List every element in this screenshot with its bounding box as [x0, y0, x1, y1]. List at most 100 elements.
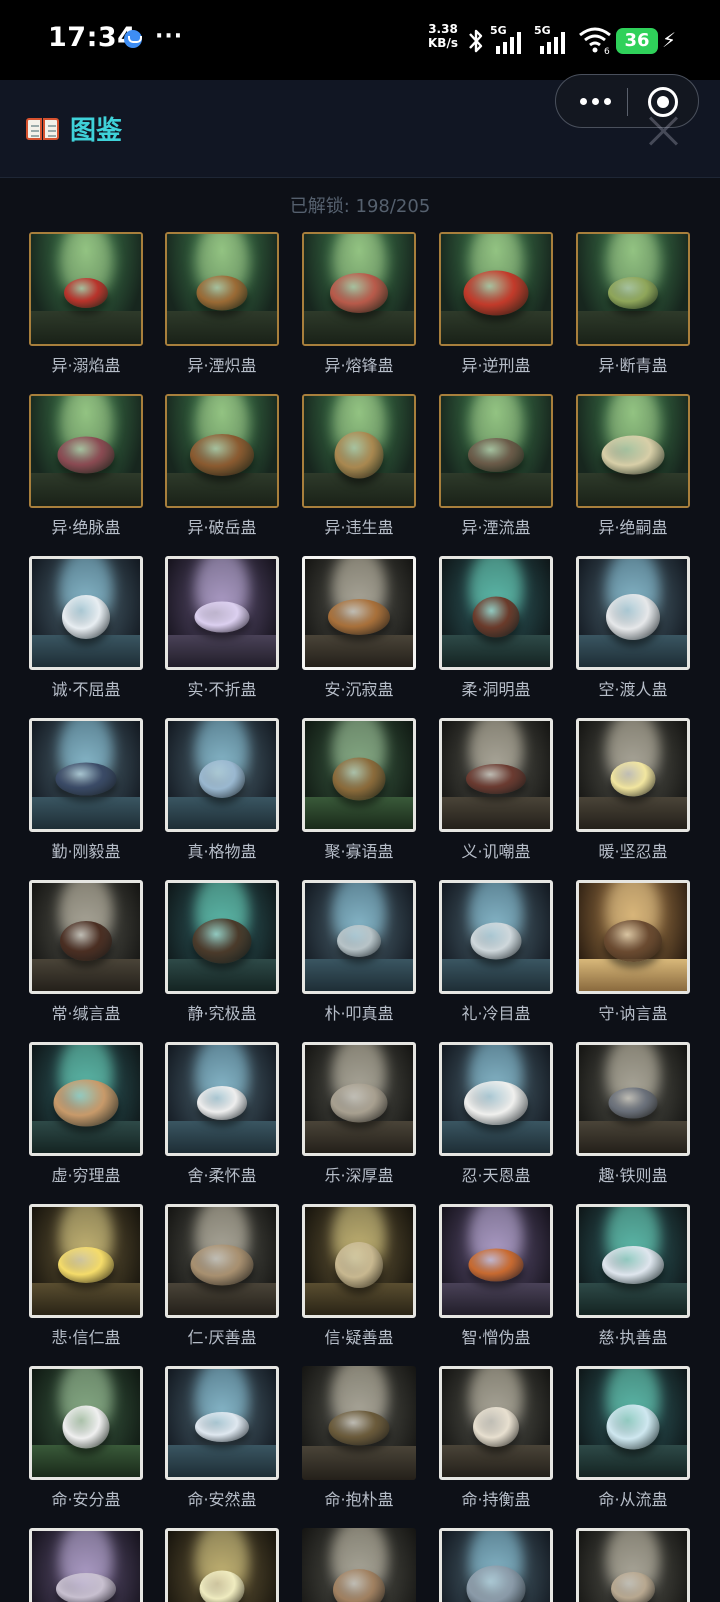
creature-figure [334, 431, 384, 479]
creature-thumbnail [576, 1204, 690, 1318]
creature-name: 勤·刚毅蛊 [51, 842, 121, 861]
creature-figure [199, 760, 245, 799]
creature-figure [608, 1087, 658, 1119]
creature-name: 悲·信仁蛊 [51, 1328, 121, 1347]
wifi-badge: 6 [604, 47, 610, 54]
creature-figure [62, 1405, 110, 1449]
creature-figure [192, 918, 252, 964]
creature-name: 异·破岳蛊 [187, 518, 257, 537]
creature-thumbnail [576, 556, 690, 670]
creature-name: 柔·洞明蛊 [461, 680, 531, 699]
page-title-text: 图鉴 [70, 116, 123, 146]
creature-name: 异·湮流蛊 [461, 518, 531, 537]
creature-figure [466, 764, 526, 795]
creature-figure [53, 1079, 119, 1127]
signal-icon: 5G [490, 24, 530, 54]
creature-figure [64, 278, 108, 309]
creature-thumbnail [439, 556, 553, 670]
creature-figure [190, 1244, 254, 1286]
creature-thumbnail [165, 1204, 279, 1318]
creature-figure [468, 1248, 524, 1282]
creature-thumbnail [29, 1528, 143, 1602]
creature-figure [62, 595, 110, 640]
creature-figure [468, 438, 524, 473]
creature-figure [332, 757, 386, 801]
creature-name: 命·抱朴蛊 [324, 1490, 394, 1509]
creature-figure [604, 920, 662, 963]
creature-figure [611, 1572, 655, 1602]
creature-figure [199, 1570, 245, 1602]
creature-thumbnail [165, 1366, 279, 1480]
creature-figure [464, 1081, 528, 1126]
page-title: 图鉴 [26, 110, 122, 147]
creature-thumbnail [302, 394, 416, 508]
creature-name: 朴·叩真蛊 [324, 1004, 394, 1023]
wifi-icon: 6 [579, 27, 611, 54]
close-icon[interactable] [646, 114, 680, 148]
signal-icon-2: 5G [534, 24, 574, 54]
creature-name: 礼·冷目蛊 [461, 1004, 531, 1023]
network-speed: 3.38 KB/s [428, 22, 458, 50]
creature-thumbnail [29, 1366, 143, 1480]
creature-thumbnail [165, 880, 279, 994]
creature-thumbnail [165, 718, 279, 832]
creature-thumbnail [439, 1204, 553, 1318]
creature-thumbnail [165, 232, 279, 346]
creature-name: 实·不折蛊 [187, 680, 257, 699]
creature-name: 异·逆刑蛊 [461, 356, 531, 375]
notification-icon [124, 30, 142, 48]
creature-figure [328, 599, 390, 636]
creature-thumbnail [576, 232, 690, 346]
creature-figure [55, 762, 117, 796]
creature-name: 异·熔锋蛊 [324, 356, 394, 375]
creature-name: 诚·不屈蛊 [51, 680, 121, 699]
creature-name: 安·沉寂蛊 [324, 680, 394, 699]
creature-name: 乐·深厚蛊 [324, 1166, 394, 1185]
creature-thumbnail [439, 1528, 553, 1602]
creature-figure [335, 1242, 383, 1289]
target-icon[interactable] [648, 87, 678, 117]
creature-figure [602, 1246, 664, 1285]
creature-name: 舍·柔怀蛊 [187, 1166, 257, 1185]
creature-name: 命·从流蛊 [598, 1490, 668, 1509]
creature-thumbnail [29, 1042, 143, 1156]
creature-name: 仁·厌善蛊 [187, 1328, 257, 1347]
creature-thumbnail [302, 1528, 416, 1602]
more-dots-icon[interactable] [578, 89, 614, 113]
creature-figure [610, 761, 656, 797]
creature-thumbnail [29, 556, 143, 670]
network-speed-unit: KB/s [428, 36, 458, 50]
creature-thumbnail [302, 880, 416, 994]
creature-name: 虚·穷理蛊 [51, 1166, 121, 1185]
sim2-label: 5G [534, 24, 551, 37]
creature-name: 空·渡人蛊 [598, 680, 668, 699]
creature-figure [337, 925, 381, 958]
creature-figure [196, 275, 248, 311]
creature-name: 异·湮炽蛊 [187, 356, 257, 375]
creature-thumbnail [439, 1366, 553, 1480]
creature-thumbnail [576, 718, 690, 832]
creature-thumbnail [576, 1528, 690, 1602]
creature-name: 常·缄言蛊 [51, 1004, 121, 1023]
creature-figure [330, 1083, 388, 1123]
creature-name: 智·憎伪蛊 [461, 1328, 531, 1347]
bluetooth-icon [469, 29, 483, 53]
creature-name: 义·讥嘲蛊 [461, 842, 531, 861]
creature-figure [328, 1410, 390, 1446]
creature-figure [194, 601, 250, 633]
status-bar: 17:34 ··· 3.38 KB/s 5G 5G 6 36 ⚡ [0, 0, 720, 80]
creature-figure [606, 1404, 660, 1450]
creature-thumbnail [439, 1042, 553, 1156]
creature-thumbnail [165, 1528, 279, 1602]
creature-thumbnail [302, 718, 416, 832]
creature-name: 聚·寡语蛊 [324, 842, 394, 861]
creature-figure [56, 1573, 116, 1602]
creature-thumbnail [29, 718, 143, 832]
creature-thumbnail [439, 394, 553, 508]
creature-thumbnail [29, 1204, 143, 1318]
creature-thumbnail [302, 556, 416, 670]
creature-thumbnail [576, 394, 690, 508]
creature-name: 命·安然蛊 [187, 1490, 257, 1509]
creature-thumbnail [576, 1042, 690, 1156]
creature-thumbnail [165, 394, 279, 508]
